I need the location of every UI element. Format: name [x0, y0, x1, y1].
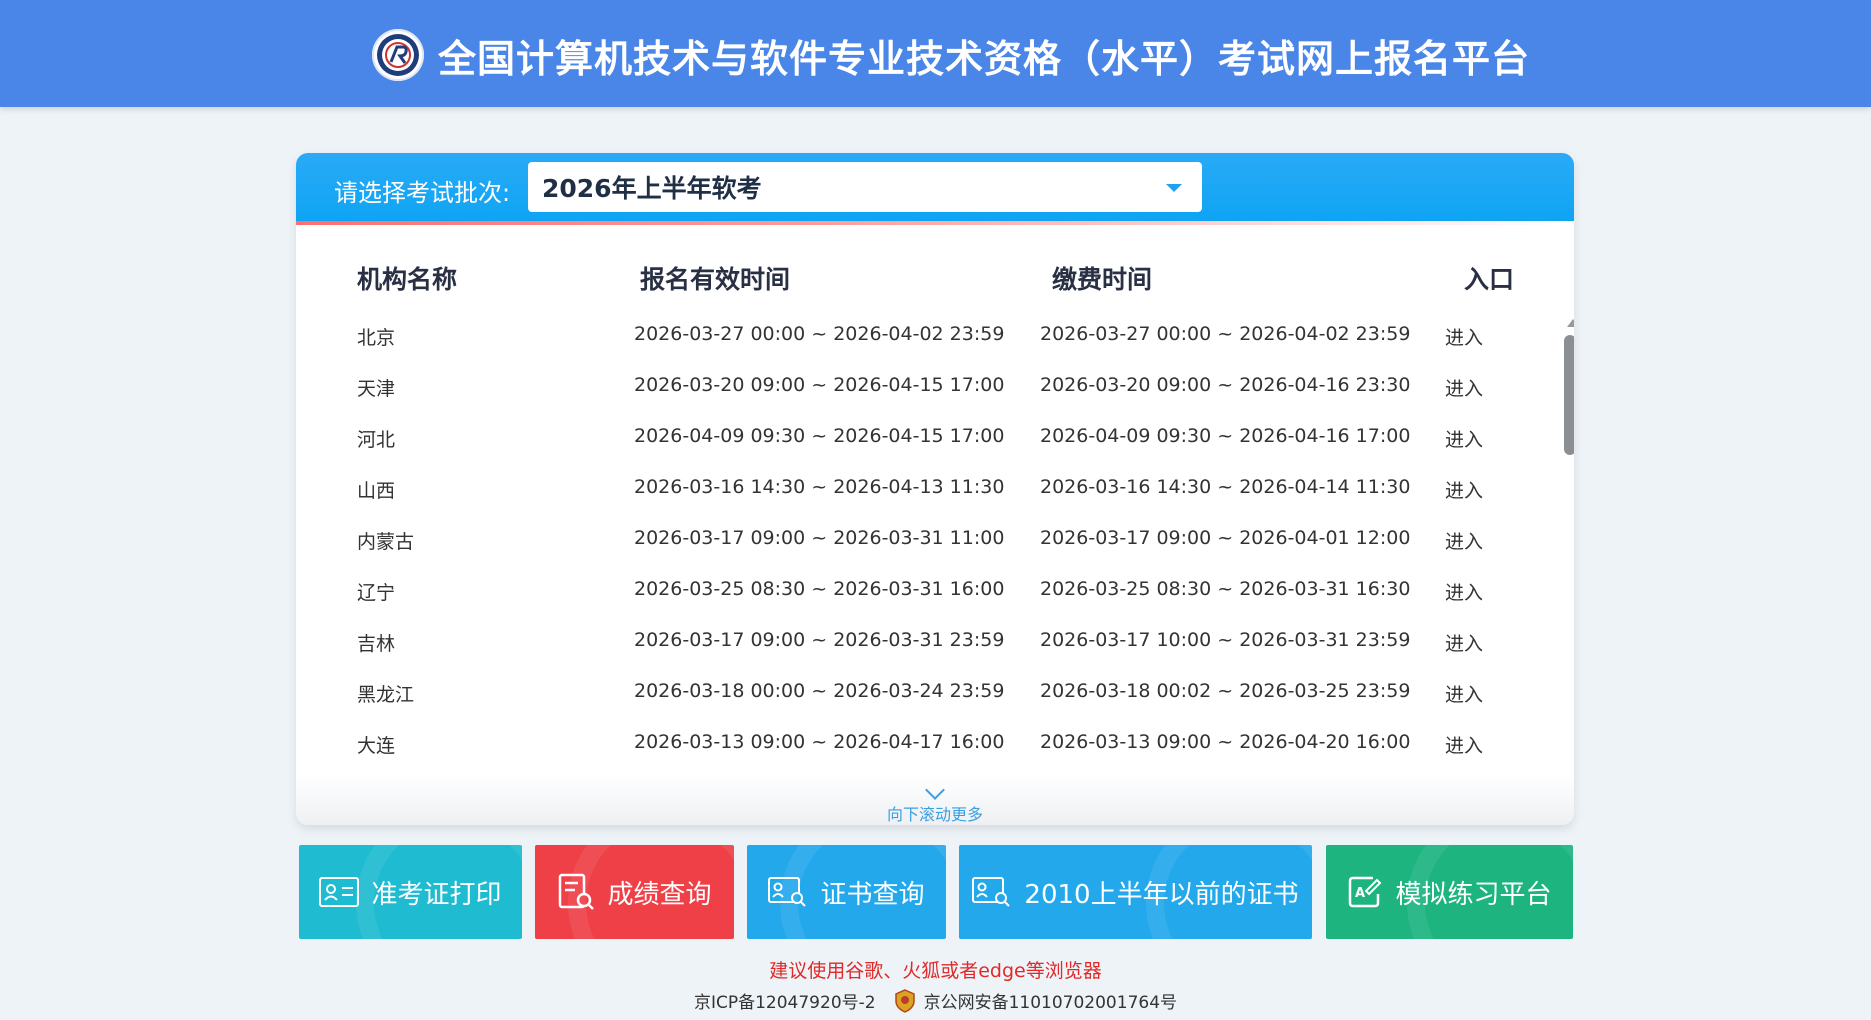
- chevron-down-icon: [1166, 184, 1182, 192]
- enter-link[interactable]: 进入: [1445, 476, 1483, 503]
- batch-selector-bar: 请选择考试批次: 2026年上半年软考: [296, 153, 1574, 221]
- header-accent-line: [296, 221, 1574, 225]
- scrollbar-thumb[interactable]: [1564, 335, 1574, 455]
- org-name: 辽宁: [357, 582, 396, 604]
- button-label: 2010上半年以前的证书: [1024, 879, 1299, 910]
- logo-icon: [372, 29, 424, 81]
- registration-time: 2026-03-16 14:30 ~ 2026-04-13 11:30: [634, 476, 1005, 498]
- scroll-more-text: 向下滚动更多: [886, 805, 983, 824]
- certificate-query-button[interactable]: 证书查询: [747, 845, 946, 939]
- registration-time: 2026-04-09 09:30 ~ 2026-04-15 17:00: [634, 425, 1005, 447]
- icp-link[interactable]: 京ICP备12047920号-2: [694, 988, 876, 1013]
- column-header-registration: 报名有效时间: [640, 265, 791, 294]
- payment-time: 2026-03-20 09:00 ~ 2026-04-16 23:30: [1040, 374, 1411, 396]
- table-row: 辽宁 2026-03-25 08:30 ~ 2026-03-31 16:00 2…: [296, 566, 1526, 617]
- mock-practice-button[interactable]: A 模拟练习平台: [1326, 845, 1573, 939]
- table-row: 北京 2026-03-27 00:00 ~ 2026-04-02 23:59 2…: [296, 311, 1526, 362]
- registration-time: 2026-03-20 09:00 ~ 2026-04-15 17:00: [634, 374, 1005, 396]
- payment-time: 2026-03-17 10:00 ~ 2026-03-31 23:59: [1040, 629, 1411, 651]
- table-row: 河北 2026-04-09 09:30 ~ 2026-04-15 17:00 2…: [296, 413, 1526, 464]
- certificate-search-icon: [768, 876, 808, 908]
- table-row: 大连 2026-03-13 09:00 ~ 2026-04-17 16:00 2…: [296, 719, 1526, 770]
- payment-time: 2026-03-16 14:30 ~ 2026-04-14 11:30: [1040, 476, 1411, 498]
- payment-time: 2026-03-27 00:00 ~ 2026-04-02 23:59: [1040, 323, 1411, 345]
- column-header-payment: 缴费时间: [1052, 265, 1153, 294]
- org-name: 河北: [357, 429, 396, 451]
- payment-time: 2026-03-13 09:00 ~ 2026-04-20 16:00: [1040, 731, 1411, 753]
- org-name: 天津: [357, 378, 396, 400]
- table-row: 天津 2026-03-20 09:00 ~ 2026-04-15 17:00 2…: [296, 362, 1526, 413]
- header: 全国计算机技术与软件专业技术资格（水平）考试网上报名平台: [0, 0, 1871, 107]
- button-label: 模拟练习平台: [1395, 879, 1552, 910]
- footer-filing: 京ICP备12047920号-2 京公网安备11010702001764号: [0, 988, 1871, 1013]
- document-search-icon: [557, 873, 595, 911]
- enter-link[interactable]: 进入: [1445, 578, 1483, 605]
- scroll-more-hint[interactable]: 向下滚动更多: [296, 775, 1574, 825]
- scroll-up-arrow-icon[interactable]: [1567, 319, 1574, 327]
- svg-text:A: A: [1355, 886, 1365, 901]
- button-label: 证书查询: [820, 879, 925, 910]
- practice-edit-icon: A: [1347, 874, 1383, 910]
- enter-link[interactable]: 进入: [1445, 629, 1483, 656]
- payment-time: 2026-03-25 08:30 ~ 2026-03-31 16:30: [1040, 578, 1411, 600]
- table-row: 吉林 2026-03-17 09:00 ~ 2026-03-31 23:59 2…: [296, 617, 1526, 668]
- id-card-icon: [319, 877, 360, 907]
- table-row: 山西 2026-03-16 14:30 ~ 2026-04-13 11:30 2…: [296, 464, 1526, 515]
- pre-2010-certificate-button[interactable]: 2010上半年以前的证书: [959, 845, 1312, 939]
- registration-time: 2026-03-25 08:30 ~ 2026-03-31 16:00: [634, 578, 1005, 600]
- org-name: 北京: [357, 327, 396, 349]
- org-name: 黑龙江: [357, 684, 415, 706]
- batch-select-value: 2026年上半年软考: [542, 174, 762, 203]
- registration-time: 2026-03-13 09:00 ~ 2026-04-17 16:00: [634, 731, 1005, 753]
- org-name: 山西: [357, 480, 396, 502]
- batch-select-label: 请选择考试批次:: [334, 179, 511, 207]
- enter-link[interactable]: 进入: [1445, 527, 1483, 554]
- button-label: 成绩查询: [607, 879, 712, 910]
- chevron-down-icon: [925, 780, 945, 800]
- registration-time: 2026-03-18 00:00 ~ 2026-03-24 23:59: [634, 680, 1005, 702]
- button-label: 准考证打印: [371, 879, 502, 910]
- certificate-search-icon: [972, 876, 1012, 908]
- enter-link[interactable]: 进入: [1445, 731, 1483, 758]
- registration-time: 2026-03-17 09:00 ~ 2026-03-31 11:00: [634, 527, 1005, 549]
- payment-time: 2026-04-09 09:30 ~ 2026-04-16 17:00: [1040, 425, 1411, 447]
- brand: 全国计算机技术与软件专业技术资格（水平）考试网上报名平台: [372, 28, 1530, 82]
- org-panel: 请选择考试批次: 2026年上半年软考 机构名称 报名有效时间 缴费时间 入口 …: [296, 153, 1574, 825]
- score-query-button[interactable]: 成绩查询: [535, 845, 734, 939]
- police-filing-link[interactable]: 京公网安备11010702001764号: [924, 988, 1177, 1013]
- enter-link[interactable]: 进入: [1445, 425, 1483, 452]
- admission-ticket-print-button[interactable]: 准考证打印: [299, 845, 522, 939]
- column-header-entry: 入口: [1464, 265, 1515, 294]
- police-badge-icon: [894, 988, 916, 1013]
- column-header-org: 机构名称: [357, 265, 458, 294]
- org-name: 内蒙古: [357, 531, 415, 553]
- org-name: 吉林: [357, 633, 396, 655]
- payment-time: 2026-03-18 00:02 ~ 2026-03-25 23:59: [1040, 680, 1411, 702]
- enter-link[interactable]: 进入: [1445, 323, 1483, 350]
- registration-time: 2026-03-27 00:00 ~ 2026-04-02 23:59: [634, 323, 1005, 345]
- org-name: 大连: [357, 735, 396, 757]
- enter-link[interactable]: 进入: [1445, 680, 1483, 707]
- browser-tip: 建议使用谷歌、火狐或者edge等浏览器: [769, 960, 1102, 982]
- enter-link[interactable]: 进入: [1445, 374, 1483, 401]
- registration-time: 2026-03-17 09:00 ~ 2026-03-31 23:59: [634, 629, 1005, 651]
- table-row: 内蒙古 2026-03-17 09:00 ~ 2026-03-31 11:00 …: [296, 515, 1526, 566]
- table-row: 黑龙江 2026-03-18 00:00 ~ 2026-03-24 23:59 …: [296, 668, 1526, 719]
- batch-select-dropdown[interactable]: 2026年上半年软考: [528, 162, 1202, 212]
- payment-time: 2026-03-17 09:00 ~ 2026-04-01 12:00: [1040, 527, 1411, 549]
- table-header: 机构名称 报名有效时间 缴费时间 入口: [296, 260, 1574, 300]
- page-title: 全国计算机技术与软件专业技术资格（水平）考试网上报名平台: [438, 36, 1531, 81]
